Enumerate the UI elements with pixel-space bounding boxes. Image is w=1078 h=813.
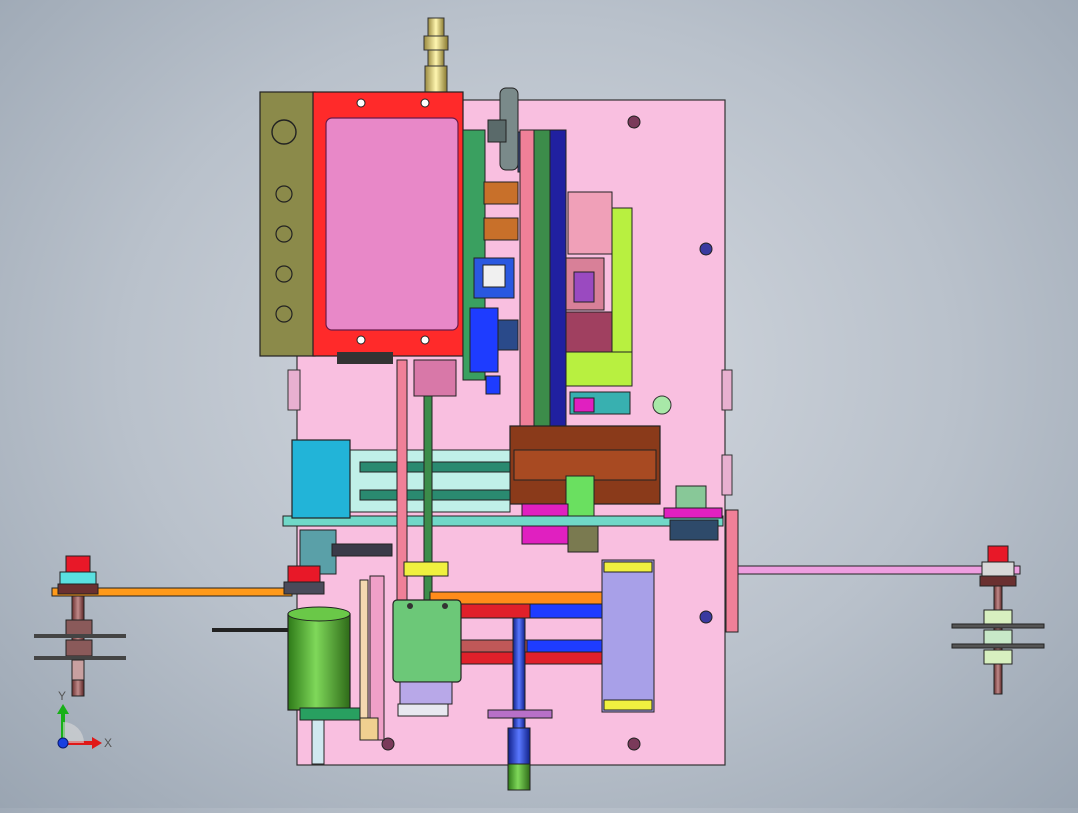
right-arm[interactable] [725,509,1021,633]
control-box[interactable] [312,91,464,364]
triad-y-label: Y [58,689,66,703]
vertical-belts[interactable] [519,129,567,443]
triad-x-label: X [104,736,112,750]
motor-housing[interactable] [259,91,316,357]
light-green-box[interactable] [392,599,462,717]
upper-slide-assembly[interactable] [565,191,633,415]
assembly-drawing: Y X [34,17,1045,791]
top-shaft-connector[interactable] [423,17,449,93]
left-spool-assembly[interactable] [34,555,126,697]
lavender-slide-block[interactable] [601,559,655,713]
cad-viewport[interactable]: Y X [0,0,1078,808]
axis-triad: Y X [57,689,112,750]
